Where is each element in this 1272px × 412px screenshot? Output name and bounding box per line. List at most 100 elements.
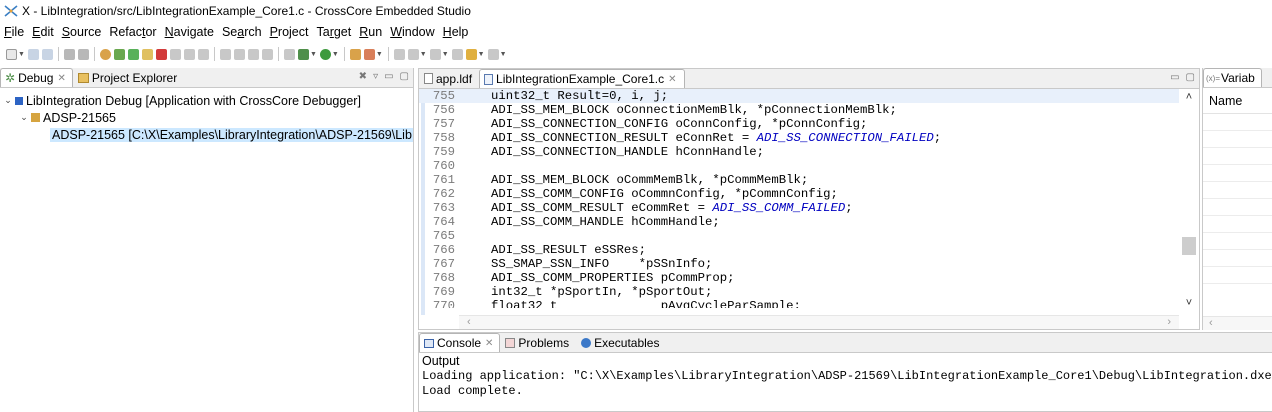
- code-editor[interactable]: 755 uint32_t Result=0, i, j; 756 ADI_SS_ME…: [419, 89, 1199, 315]
- dropdown-icon[interactable]: ▼: [478, 51, 485, 58]
- forward-icon[interactable]: [487, 48, 499, 60]
- new-icon[interactable]: [6, 48, 17, 60]
- menu-item[interactable]: Refactor: [109, 25, 156, 39]
- variable-row[interactable]: [1203, 216, 1272, 233]
- dropdown-icon[interactable]: ▼: [442, 51, 449, 58]
- minimize-icon[interactable]: ▭: [384, 71, 393, 82]
- variable-row[interactable]: [1203, 131, 1272, 148]
- code-line[interactable]: 769 int32_t *pSportIn, *pSportOut;: [419, 285, 1179, 299]
- tab-problems[interactable]: Problems: [500, 333, 576, 352]
- debug-config-icon[interactable]: [283, 48, 295, 60]
- variable-row[interactable]: [1203, 250, 1272, 267]
- horizontal-scrollbar[interactable]: ‹ ›: [459, 315, 1179, 329]
- dropdown-icon[interactable]: ▼: [420, 51, 427, 58]
- prev-annotation-icon[interactable]: [429, 48, 441, 60]
- code-line[interactable]: 770 float32_t pAvgCycleParSample;: [419, 299, 1179, 308]
- dropdown-icon[interactable]: ▼: [18, 51, 25, 58]
- code-line[interactable]: 758 ADI_SS_CONNECTION_RESULT eConnRet = A…: [419, 131, 1179, 145]
- menu-item[interactable]: File: [4, 25, 24, 39]
- tab-source-file[interactable]: LibIntegrationExample_Core1.c ✕: [479, 69, 686, 88]
- menu-item[interactable]: Edit: [32, 25, 54, 39]
- tree-item-launch[interactable]: ⌄ LibIntegration Debug [Application with…: [0, 92, 413, 109]
- suspend-icon[interactable]: [141, 48, 153, 60]
- instruction-step-icon[interactable]: [261, 48, 273, 60]
- view-menu-icon[interactable]: ▿: [373, 71, 378, 82]
- tree-item-core[interactable]: ADSP-21565 [C:\X\Examples\LibraryIntegra…: [0, 126, 413, 143]
- step-return-icon[interactable]: [197, 48, 209, 60]
- variable-row[interactable]: [1203, 165, 1272, 182]
- code-line[interactable]: 768 ADI_SS_COMM_PROPERTIES pCommProp;: [419, 271, 1179, 285]
- menu-item[interactable]: Target: [316, 25, 351, 39]
- menu-item[interactable]: Window: [390, 25, 434, 39]
- build-all-icon[interactable]: [77, 48, 89, 60]
- code-line[interactable]: 755 uint32_t Result=0, i, j;: [419, 89, 1179, 103]
- tab-project-explorer[interactable]: Project Explorer: [73, 68, 184, 87]
- save-all-icon[interactable]: [41, 48, 53, 60]
- restart-icon[interactable]: [233, 48, 245, 60]
- run-icon[interactable]: [319, 48, 331, 60]
- menu-item[interactable]: Run: [359, 25, 382, 39]
- last-edit-icon[interactable]: [451, 48, 463, 60]
- close-icon[interactable]: ✕: [57, 73, 65, 84]
- external-tools-icon[interactable]: [349, 48, 361, 60]
- code-line[interactable]: 766 ADI_SS_RESULT eSSRes;: [419, 243, 1179, 257]
- code-line[interactable]: 763 ADI_SS_COMM_RESULT eCommRet = ADI_SS_…: [419, 201, 1179, 215]
- save-icon[interactable]: [27, 48, 39, 60]
- terminate-icon[interactable]: [155, 48, 167, 60]
- tree-item-processor[interactable]: ⌄ ADSP-21565: [0, 109, 413, 126]
- dropdown-icon[interactable]: ▼: [500, 51, 507, 58]
- code-line[interactable]: 765: [419, 229, 1179, 243]
- code-line[interactable]: 760: [419, 159, 1179, 173]
- tab-app-ldf[interactable]: app.ldf: [419, 69, 479, 88]
- scroll-right-icon[interactable]: ›: [1167, 316, 1171, 328]
- menu-item[interactable]: Help: [443, 25, 469, 39]
- build-icon[interactable]: [63, 48, 75, 60]
- variable-row[interactable]: [1203, 199, 1272, 216]
- annotation-icon[interactable]: [393, 48, 405, 60]
- tab-executables[interactable]: Executables: [576, 333, 666, 352]
- close-icon[interactable]: ✕: [668, 74, 676, 85]
- code-line[interactable]: 756 ADI_SS_MEM_BLOCK oConnectionMemBlk, *…: [419, 103, 1179, 117]
- code-line[interactable]: 761 ADI_SS_MEM_BLOCK oCommMemBlk, *pCommM…: [419, 173, 1179, 187]
- code-line[interactable]: 767 SS_SMAP_SSN_INFO *pSSnInfo;: [419, 257, 1179, 271]
- scroll-left-icon[interactable]: ‹: [467, 316, 471, 328]
- variable-row[interactable]: [1203, 182, 1272, 199]
- code-line[interactable]: 764 ADI_SS_COMM_HANDLE hCommHandle;: [419, 215, 1179, 229]
- next-annotation-icon[interactable]: [407, 48, 419, 60]
- variable-row[interactable]: [1203, 267, 1272, 284]
- step-into-icon[interactable]: [169, 48, 181, 60]
- expand-arrow-icon[interactable]: ⌄: [18, 112, 30, 123]
- tab-debug[interactable]: ✲ Debug ✕: [0, 68, 73, 87]
- scroll-up-icon[interactable]: ˄: [1179, 91, 1199, 103]
- minimize-icon[interactable]: ▭: [1170, 72, 1179, 83]
- maximize-icon[interactable]: ▢: [400, 71, 409, 82]
- menu-item[interactable]: Search: [222, 25, 262, 39]
- menu-item[interactable]: Navigate: [165, 25, 214, 39]
- dropdown-icon[interactable]: ▼: [376, 51, 383, 58]
- scroll-down-icon[interactable]: ˅: [1179, 297, 1199, 309]
- menu-item[interactable]: Project: [270, 25, 309, 39]
- remove-terminated-icon[interactable]: ✖: [359, 71, 367, 82]
- menu-item[interactable]: Source: [62, 25, 102, 39]
- variable-row[interactable]: [1203, 233, 1272, 250]
- bug-icon[interactable]: [297, 48, 309, 60]
- run-to-icon[interactable]: [247, 48, 259, 60]
- resume-icon[interactable]: [127, 48, 139, 60]
- reset-icon[interactable]: [219, 48, 231, 60]
- back-icon[interactable]: [465, 48, 477, 60]
- brush-icon[interactable]: [363, 48, 375, 60]
- scroll-thumb[interactable]: [1182, 237, 1196, 255]
- dropdown-icon[interactable]: ▼: [332, 51, 339, 58]
- maximize-icon[interactable]: ▢: [1186, 72, 1195, 83]
- variable-row[interactable]: [1203, 114, 1272, 131]
- close-icon[interactable]: ✕: [485, 338, 493, 349]
- code-line[interactable]: 759 ADI_SS_CONNECTION_HANDLE hConnHandle;: [419, 145, 1179, 159]
- scroll-left-icon[interactable]: ‹: [1209, 317, 1213, 329]
- horizontal-scrollbar[interactable]: ‹: [1203, 316, 1272, 330]
- connect-icon[interactable]: [113, 48, 125, 60]
- column-header-name[interactable]: Name: [1203, 88, 1272, 114]
- expand-arrow-icon[interactable]: ⌄: [2, 95, 14, 106]
- variable-row[interactable]: [1203, 148, 1272, 165]
- tab-console[interactable]: Console ✕: [419, 333, 501, 352]
- debug-icon[interactable]: [99, 48, 111, 60]
